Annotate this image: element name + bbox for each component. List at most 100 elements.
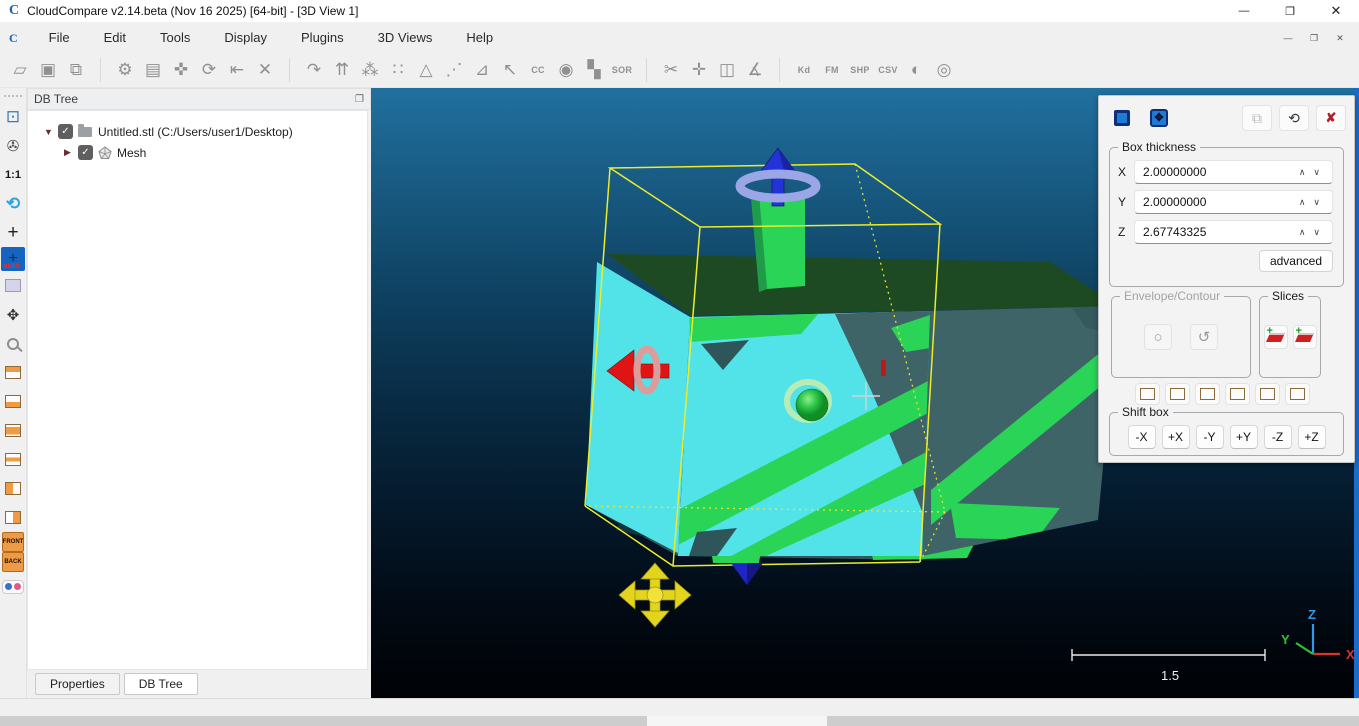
shift-minus-y-button[interactable]: -Y: [1196, 425, 1224, 449]
mdi-close-button[interactable]: ✕: [1329, 29, 1351, 47]
menu-display[interactable]: Display: [207, 26, 284, 50]
box-view-left-icon[interactable]: [1255, 383, 1280, 405]
visibility-checkbox[interactable]: ✓: [78, 145, 93, 160]
facets-icon[interactable]: FM: [818, 57, 846, 84]
view-top-icon[interactable]: [0, 358, 26, 387]
settings-icon[interactable]: ⚙: [111, 57, 139, 84]
box-view-top-icon[interactable]: [1135, 383, 1160, 405]
close-button[interactable]: ✕: [1313, 0, 1359, 22]
down-cone-gizmo[interactable]: [731, 563, 763, 585]
menu-plugins[interactable]: Plugins: [284, 26, 361, 50]
shift-plus-z-button[interactable]: +Z: [1298, 425, 1326, 449]
visibility-checkbox[interactable]: ✓: [58, 124, 73, 139]
shp-export-icon[interactable]: SHP: [846, 57, 874, 84]
shift-plus-y-button[interactable]: +Y: [1230, 425, 1258, 449]
view-left-icon[interactable]: [0, 474, 26, 503]
menu-file[interactable]: File: [32, 26, 87, 50]
kd-tree-icon[interactable]: Kd: [790, 57, 818, 84]
tab-db-tree[interactable]: DB Tree: [124, 673, 198, 695]
view-iso-front-icon[interactable]: FRONT: [2, 532, 24, 552]
translate-gizmo[interactable]: [619, 563, 691, 627]
noise-filter-icon[interactable]: ∷: [384, 57, 412, 84]
segment-icon[interactable]: ✂: [657, 57, 685, 84]
translate-rotate-icon[interactable]: ✛: [685, 57, 713, 84]
expand-arrow-icon[interactable]: ▼: [44, 127, 58, 137]
cross-section-icon[interactable]: ◫: [713, 57, 741, 84]
spin-up-icon[interactable]: ∧: [1295, 227, 1310, 238]
point-picking-icon[interactable]: ↖: [496, 57, 524, 84]
mdi-minimize-button[interactable]: —: [1277, 29, 1299, 47]
shift-minus-x-button[interactable]: -X: [1128, 425, 1156, 449]
extract-envelope-button[interactable]: ○: [1144, 324, 1172, 350]
spin-up-icon[interactable]: ∧: [1295, 197, 1310, 208]
checkerboard-icon[interactable]: ▚: [580, 57, 608, 84]
view-bottom-icon[interactable]: [0, 387, 26, 416]
box-view-back-icon[interactable]: [1225, 383, 1250, 405]
thickness-z-input[interactable]: 2.67743325 ∧ ∨: [1134, 220, 1333, 244]
menu-tools[interactable]: Tools: [143, 26, 207, 50]
spin-down-icon[interactable]: ∨: [1309, 167, 1324, 178]
delete-icon[interactable]: ✕: [251, 57, 279, 84]
reset-envelope-button[interactable]: ↺: [1190, 324, 1218, 350]
cloud-cloud-distance-icon[interactable]: ⋰: [440, 57, 468, 84]
view-iso-back-icon[interactable]: BACK: [2, 552, 24, 572]
rotate-view-icon[interactable]: ⟲: [0, 189, 26, 218]
show-box-toggle[interactable]: [1107, 105, 1137, 131]
tree-row-mesh[interactable]: ▶ ✓ Mesh: [64, 142, 367, 163]
spin-up-icon[interactable]: ∧: [1295, 167, 1310, 178]
view-front-icon[interactable]: [0, 416, 26, 445]
globe-icon[interactable]: ◎: [930, 57, 958, 84]
close-tool-button[interactable]: ✘: [1316, 105, 1346, 131]
pan-view-icon[interactable]: ✥: [0, 300, 26, 329]
sor-filter-icon[interactable]: SOR: [608, 57, 636, 84]
view-back-icon[interactable]: [0, 445, 26, 474]
apply-transform-icon[interactable]: ↷: [300, 57, 328, 84]
point-list-picking-icon[interactable]: ✜: [167, 57, 195, 84]
cloud-mesh-distance-icon[interactable]: ⊿: [468, 57, 496, 84]
spin-down-icon[interactable]: ∨: [1309, 197, 1324, 208]
box-view-front-icon[interactable]: [1195, 383, 1220, 405]
save-button[interactable]: ▣: [34, 57, 62, 84]
pick-rotation-center-icon[interactable]: +: [0, 218, 26, 247]
extract-multi-slices-button[interactable]: +: [1293, 325, 1317, 349]
z-arrow-gizmo[interactable]: [740, 148, 816, 206]
export-slices-button[interactable]: ⧉: [1242, 105, 1272, 131]
extract-slice-button[interactable]: +: [1264, 325, 1288, 349]
properties-icon[interactable]: ▤: [139, 57, 167, 84]
save-all-button[interactable]: ⧉: [62, 57, 90, 84]
menu-3d-views[interactable]: 3D Views: [361, 26, 450, 50]
stereo-mode-icon[interactable]: [0, 572, 26, 601]
sample-mesh-icon[interactable]: △: [412, 57, 440, 84]
restore-button[interactable]: ❐: [1267, 0, 1313, 22]
sphere-render-icon[interactable]: ◐: [902, 57, 930, 84]
primitive-factory-icon[interactable]: ◉: [552, 57, 580, 84]
shift-plus-x-button[interactable]: +X: [1162, 425, 1190, 449]
minimize-button[interactable]: —: [1221, 0, 1267, 22]
advanced-button[interactable]: advanced: [1259, 250, 1333, 272]
tree-row-file[interactable]: ▼ ✓ Untitled.stl (C:/Users/user1/Desktop…: [44, 121, 367, 142]
show-interactors-toggle[interactable]: ✥: [1144, 105, 1174, 131]
thickness-y-input[interactable]: 2.00000000 ∧ ∨: [1134, 190, 1333, 214]
box-view-bottom-icon[interactable]: [1165, 383, 1190, 405]
zoom-view-icon[interactable]: [0, 329, 26, 358]
tab-properties[interactable]: Properties: [35, 673, 120, 695]
compute-normals-icon[interactable]: ⇈: [328, 57, 356, 84]
level-icon[interactable]: ∡: [741, 57, 769, 84]
clone-icon[interactable]: ⟳: [195, 57, 223, 84]
csv-export-icon[interactable]: CSV: [874, 57, 902, 84]
cc-comparison-icon[interactable]: CC: [524, 57, 552, 84]
float-panel-icon[interactable]: ❐: [355, 94, 364, 105]
merge-icon[interactable]: ⇤: [223, 57, 251, 84]
shift-minus-z-button[interactable]: -Z: [1264, 425, 1292, 449]
collapse-arrow-icon[interactable]: ▶: [64, 147, 78, 158]
toolbar-handle[interactable]: [4, 95, 22, 99]
perspective-view-icon[interactable]: [0, 271, 26, 300]
view-right-icon[interactable]: [0, 503, 26, 532]
auto-pick-center-icon[interactable]: + auto: [1, 247, 25, 271]
menu-help[interactable]: Help: [449, 26, 510, 50]
thickness-x-input[interactable]: 2.00000000 ∧ ∨: [1134, 160, 1333, 184]
zoom-1-1-icon[interactable]: 1:1: [0, 160, 26, 189]
spin-down-icon[interactable]: ∨: [1309, 227, 1324, 238]
box-view-right-icon[interactable]: [1285, 383, 1310, 405]
reset-box-button[interactable]: ⟲: [1279, 105, 1309, 131]
